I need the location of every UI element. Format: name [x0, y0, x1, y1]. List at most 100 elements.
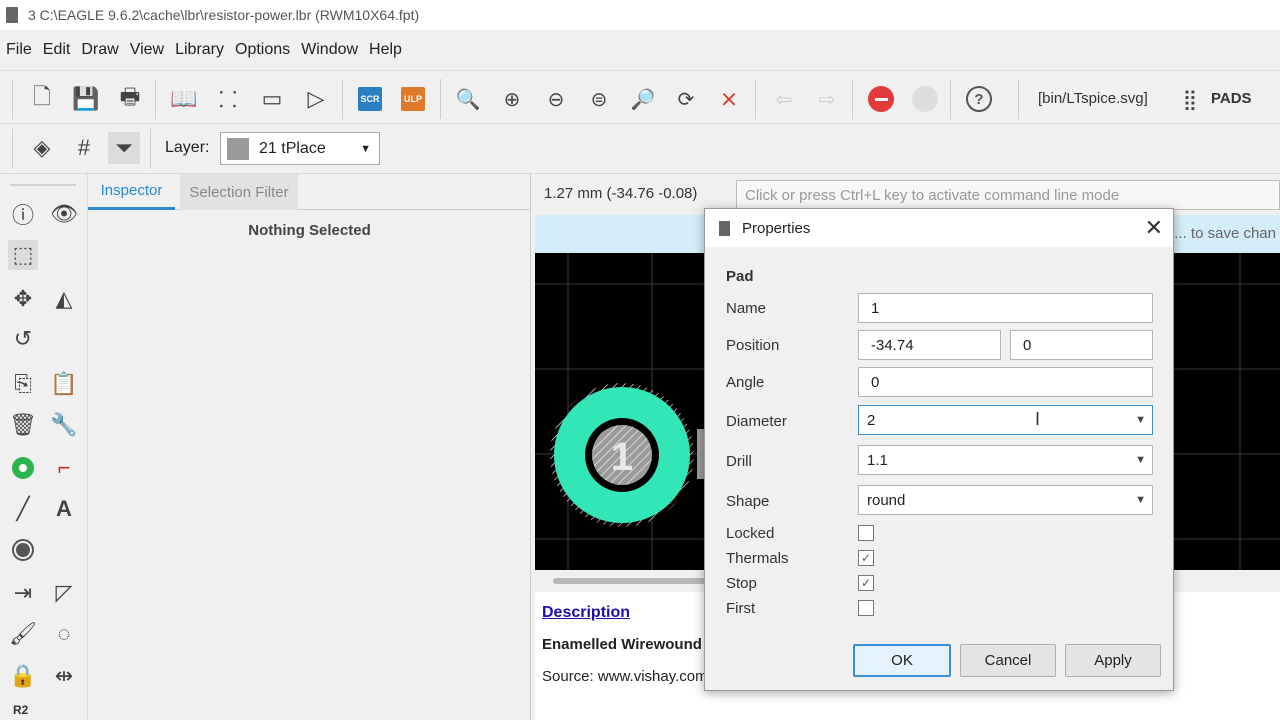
- open-file-icon[interactable]: 🗋: [26, 83, 58, 115]
- script-path-button[interactable]: [bin/LTspice.svg]: [1038, 90, 1148, 107]
- chevron-down-icon[interactable]: ▼: [1135, 414, 1146, 426]
- stop-checkbox[interactable]: ✓: [858, 575, 874, 591]
- menu-library[interactable]: Library: [175, 41, 224, 59]
- layer-select[interactable]: 21 tPlace ▼: [220, 132, 380, 165]
- menu-window[interactable]: Window: [301, 41, 358, 59]
- zoom-in-icon[interactable]: ⊕: [496, 83, 528, 115]
- scr-icon: SCR: [358, 87, 382, 111]
- shape-label: Shape: [726, 493, 770, 510]
- symbol-icon[interactable]: ▷: [300, 83, 332, 115]
- polygon-icon[interactable]: ◸: [49, 578, 79, 608]
- ok-button[interactable]: OK: [853, 644, 951, 677]
- chevron-down-icon[interactable]: ▼: [1135, 494, 1146, 506]
- print-icon[interactable]: 🖶: [114, 83, 146, 115]
- show-eye-icon[interactable]: 👁: [49, 199, 79, 229]
- r2-label[interactable]: R2: [13, 703, 28, 717]
- library-book-icon[interactable]: 📖: [168, 83, 200, 115]
- angle-field[interactable]: 0: [858, 367, 1153, 397]
- grid-icon[interactable]: #: [68, 132, 100, 164]
- ulp-icon: ULP: [401, 87, 425, 111]
- stop-icon[interactable]: [865, 83, 897, 115]
- position-y-field[interactable]: 0: [1010, 330, 1153, 360]
- description-link[interactable]: Description: [542, 604, 630, 622]
- chevron-down-icon[interactable]: ▼: [1135, 454, 1146, 466]
- package-icon[interactable]: ▭: [256, 83, 288, 115]
- save-icon[interactable]: 💾: [70, 83, 102, 115]
- undo-icon[interactable]: ⇦: [768, 83, 800, 115]
- checkmark-icon: ✓: [860, 551, 872, 565]
- menu-view[interactable]: View: [130, 41, 164, 59]
- menu-file[interactable]: File: [6, 41, 32, 59]
- split-icon[interactable]: ⇹: [49, 661, 79, 691]
- drill-combo[interactable]: 1.1 ▼: [858, 445, 1153, 475]
- cancel-button[interactable]: Cancel: [960, 644, 1056, 677]
- drill-label: Drill: [726, 453, 752, 470]
- copy-icon[interactable]: ⎘: [8, 369, 38, 399]
- change-wrench-icon[interactable]: 🔧: [49, 410, 79, 440]
- pads-label[interactable]: PADS: [1211, 90, 1252, 107]
- shape-combo[interactable]: round ▼: [858, 485, 1153, 515]
- thermals-label: Thermals: [726, 550, 789, 567]
- paste-icon[interactable]: 📋: [49, 369, 79, 399]
- locked-checkbox[interactable]: [858, 525, 874, 541]
- toolbar-separator: [12, 79, 13, 119]
- thermals-checkbox[interactable]: ✓: [858, 550, 874, 566]
- tab-selection-filter[interactable]: Selection Filter: [180, 174, 298, 210]
- close-icon[interactable]: ✕: [1145, 215, 1163, 241]
- paint-roller-icon[interactable]: 🖌: [8, 619, 38, 649]
- shape-value: round: [867, 491, 906, 509]
- hole-icon[interactable]: [8, 535, 38, 565]
- mirror-icon[interactable]: ◭: [49, 284, 79, 314]
- move-icon[interactable]: ✥: [8, 284, 38, 314]
- pad-icon[interactable]: [8, 453, 38, 483]
- footprint-icon[interactable]: ⸬: [212, 83, 244, 115]
- script-scr-button[interactable]: SCR: [354, 83, 386, 115]
- first-checkbox[interactable]: [858, 600, 874, 616]
- rotate-icon[interactable]: ↺: [8, 324, 38, 354]
- menu-draw[interactable]: Draw: [81, 41, 118, 59]
- layers-icon[interactable]: ◈: [26, 132, 58, 164]
- go-icon[interactable]: [909, 83, 941, 115]
- info-icon[interactable]: ⓘ: [8, 199, 38, 229]
- ratsnest-icon[interactable]: ⨯: [713, 83, 745, 115]
- tab-inspector[interactable]: Inspector: [88, 174, 175, 210]
- help-icon[interactable]: ?: [963, 83, 995, 115]
- command-line-input[interactable]: Click or press Ctrl+L key to activate co…: [736, 180, 1280, 210]
- name-field[interactable]: 1: [858, 293, 1153, 323]
- diameter-value: 2: [867, 411, 876, 429]
- zoom-fit-icon[interactable]: 🔍: [452, 83, 484, 115]
- route-icon[interactable]: ⇥: [8, 578, 38, 608]
- menu-help[interactable]: Help: [369, 41, 402, 59]
- position-x-field[interactable]: -34.74: [858, 330, 1001, 360]
- line-icon[interactable]: ╱: [8, 494, 38, 524]
- apply-button[interactable]: Apply: [1065, 644, 1161, 677]
- toolbar-separator: [342, 79, 343, 119]
- zoom-previous-icon[interactable]: 🔎: [627, 83, 659, 115]
- menu-options[interactable]: Options: [235, 41, 290, 59]
- menu-edit[interactable]: Edit: [43, 41, 71, 59]
- layer-color-swatch: [227, 137, 249, 160]
- zoom-selection-icon[interactable]: ⊜: [583, 83, 615, 115]
- name-label: Name: [726, 300, 767, 317]
- smd-icon[interactable]: ⌐: [49, 453, 79, 483]
- ulp-button[interactable]: ULP: [397, 83, 429, 115]
- redo-icon[interactable]: ⇨: [811, 83, 843, 115]
- scrollbar-thumb[interactable]: [553, 578, 713, 584]
- toolbar-separator: [950, 79, 951, 119]
- toolbar-separator: [155, 79, 156, 119]
- circle-dotted-icon[interactable]: ◌: [49, 619, 79, 649]
- select-icon[interactable]: ⬚: [8, 240, 38, 270]
- delete-icon[interactable]: 🗑: [8, 410, 38, 440]
- redraw-icon[interactable]: ⟳: [670, 83, 702, 115]
- zoom-out-icon[interactable]: ⊖: [540, 83, 572, 115]
- diameter-combo[interactable]: 2 I ▼: [858, 405, 1153, 435]
- main-toolbar: 🗋 💾 🖶 📖 ⸬ ▭ ▷ SCR ULP 🔍 ⊕ ⊖ ⊜ 🔎 ⟳ ⨯ ⇦ ⇨ …: [0, 70, 1280, 124]
- lock-icon[interactable]: 🔒: [8, 661, 38, 691]
- angle-label: Angle: [726, 374, 765, 391]
- chevron-down-icon: ▼: [360, 142, 371, 155]
- text-icon[interactable]: A: [49, 494, 79, 524]
- dialog-titlebar: Properties: [705, 209, 1173, 247]
- filter-icon[interactable]: ⏷: [108, 132, 140, 164]
- empty-selection-text: Nothing Selected: [248, 222, 371, 239]
- window-title: 3 C:\EAGLE 9.6.2\cache\lbr\resistor-powe…: [28, 7, 420, 23]
